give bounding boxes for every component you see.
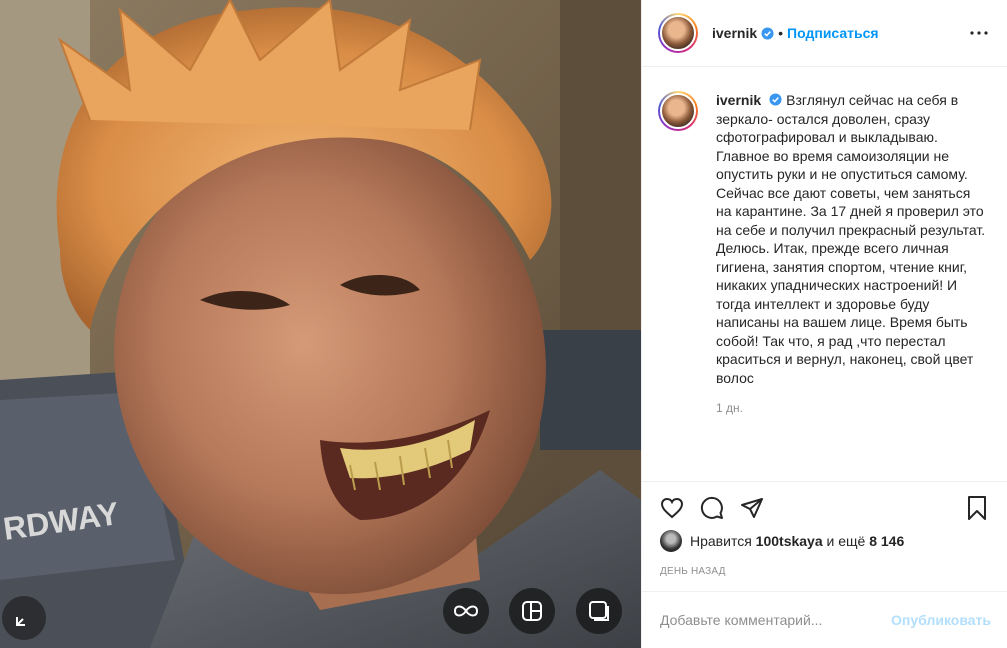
likes-summary: Нравится 100tskaya и ещё 8 146 bbox=[660, 530, 904, 552]
share-button[interactable] bbox=[732, 488, 772, 528]
post-header: ivernik • Подписаться bbox=[642, 0, 1007, 67]
comments-section: ivernik Взглянул сейчас на себя в зеркал… bbox=[642, 67, 1007, 648]
selfie-photo: RDWAY bbox=[0, 0, 641, 648]
post-date[interactable]: ДЕНЬ НАЗАД bbox=[660, 566, 726, 577]
verified-badge-icon bbox=[769, 93, 782, 106]
follow-button[interactable]: Подписаться bbox=[787, 25, 879, 41]
liker-avatar[interactable] bbox=[660, 530, 682, 552]
expand-button[interactable] bbox=[2, 596, 46, 640]
author-avatar[interactable] bbox=[658, 13, 698, 53]
gallery-button[interactable] bbox=[576, 588, 622, 634]
comment-icon bbox=[700, 496, 723, 519]
action-bar bbox=[642, 481, 1007, 533]
more-options-button[interactable] bbox=[967, 21, 991, 45]
boomerang-button[interactable] bbox=[443, 588, 489, 634]
comment-input[interactable] bbox=[660, 612, 892, 628]
infinity-icon bbox=[453, 605, 479, 617]
liker-username[interactable]: 100tskaya bbox=[756, 533, 823, 549]
more-horizontal-icon bbox=[970, 31, 988, 35]
expand-icon bbox=[16, 617, 25, 626]
add-comment-form: Опубликовать bbox=[642, 591, 1007, 648]
verified-badge-icon bbox=[761, 26, 774, 40]
caption-author-avatar[interactable] bbox=[658, 91, 698, 131]
header-separator: • bbox=[778, 25, 784, 41]
heart-icon bbox=[660, 497, 684, 518]
caption-timestamp[interactable]: 1 дн. bbox=[716, 401, 991, 415]
bookmark-icon bbox=[968, 495, 986, 520]
caption-text: Взглянул сейчас на себя в зеркало- остал… bbox=[716, 92, 986, 386]
gallery-icon bbox=[589, 601, 609, 621]
publish-button[interactable]: Опубликовать bbox=[891, 612, 991, 628]
likes-count[interactable]: 8 146 bbox=[869, 533, 904, 549]
likes-middle: и ещё bbox=[826, 533, 866, 549]
layout-button[interactable] bbox=[509, 588, 555, 634]
comment-button[interactable] bbox=[692, 488, 732, 528]
paper-plane-icon bbox=[741, 497, 763, 518]
author-username[interactable]: ivernik bbox=[712, 25, 757, 41]
likes-prefix: Нравится bbox=[690, 533, 752, 549]
post-side-panel: ivernik • Подписаться ivernik Взглянул с… bbox=[641, 0, 1007, 648]
save-button[interactable] bbox=[957, 488, 997, 528]
caption-username[interactable]: ivernik bbox=[716, 92, 761, 108]
post-photo[interactable]: RDWAY bbox=[0, 0, 641, 648]
layout-icon bbox=[522, 601, 542, 621]
caption: ivernik Взглянул сейчас на себя в зеркал… bbox=[658, 91, 991, 387]
instagram-post: RDWAY ivernik • Подписаться ivernik Взгл… bbox=[0, 0, 1007, 648]
like-button[interactable] bbox=[652, 488, 692, 528]
caption-body: ivernik Взглянул сейчас на себя в зеркал… bbox=[716, 91, 986, 387]
